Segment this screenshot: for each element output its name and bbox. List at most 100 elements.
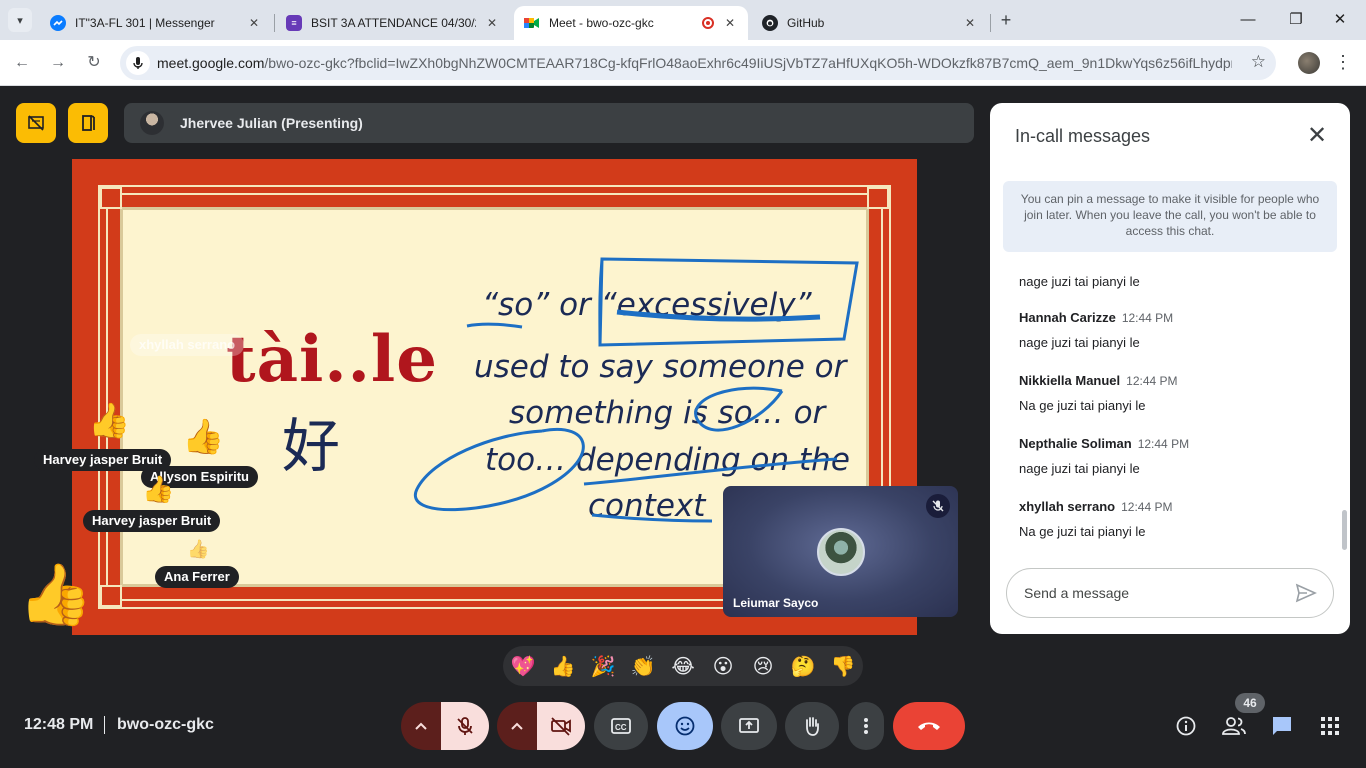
chat-scrollbar[interactable] [1342, 510, 1347, 550]
chat-icon[interactable] [1270, 714, 1294, 738]
browser-tab-strip: ▾ IT"3A-FL 301 | Messenger ✕ ≡ BSIT 3A A… [0, 0, 1366, 40]
message-list[interactable]: nage juzi tai pianyi le Hannah Carizze 12… [1019, 263, 1329, 553]
mic-off-icon [457, 717, 473, 735]
more-options-button[interactable] [848, 702, 884, 750]
thumbs-up-icon: 👍 [142, 474, 175, 504]
message-sender: xhyllah serrano [1019, 499, 1116, 514]
participant-avatar [817, 528, 865, 576]
present-screen-button[interactable] [721, 702, 777, 750]
url-host: meet.google.com [157, 55, 265, 71]
meeting-clock: 12:48 PM [24, 716, 94, 733]
close-tab-icon[interactable]: ✕ [246, 16, 262, 30]
companion-mode-button[interactable] [68, 103, 108, 143]
svg-text:CC: CC [615, 723, 627, 732]
camera-off-icon [551, 717, 571, 736]
reload-icon[interactable]: ↻ [82, 51, 106, 75]
forward-icon[interactable]: → [46, 51, 70, 75]
close-panel-icon[interactable]: ✕ [1304, 123, 1330, 149]
message-sender: Hannah Carizze [1019, 310, 1116, 325]
list-item: Nikkiella Manuel 12:44 PM Na ge juzi tai … [1019, 372, 1329, 413]
emoji-surprised-button[interactable]: 😮 [710, 653, 736, 679]
reaction-name-tag: Ana Ferrer [155, 566, 239, 588]
address-bar[interactable]: meet.google.com/bwo-ozc-gkc?fbclid=IwZXh… [120, 46, 1276, 80]
tab-title: IT"3A-FL 301 | Messenger [75, 16, 215, 30]
camera-toggle-button[interactable] [537, 702, 585, 750]
message-text: Na ge juzi tai pianyi le [1019, 398, 1146, 413]
tab-divider [990, 14, 991, 32]
raise-hand-button[interactable] [785, 702, 839, 750]
message-text: nage juzi tai pianyi le [1019, 335, 1140, 350]
reaction-name-tag: Harvey jasper Bruit [83, 510, 221, 532]
message-text: nage juzi tai pianyi le [1019, 461, 1140, 476]
pin-info-banner: You can pin a message to make it visible… [1003, 181, 1337, 252]
send-message-input[interactable]: Send a message [1006, 568, 1334, 618]
list-item: xhyllah serrano 12:44 PM Na ge juzi tai p… [1019, 498, 1329, 539]
emoji-thumbs-up-button[interactable]: 👍 [550, 653, 576, 679]
tab-github[interactable]: GitHub ✕ [752, 6, 988, 40]
participant-tile[interactable]: Leiumar Sayco [723, 486, 958, 617]
emoji-thinking-button[interactable]: 🤔 [790, 653, 816, 679]
browser-menu-icon[interactable]: ⋮ [1334, 52, 1352, 73]
list-item: Nepthalie Soliman 12:44 PM nage juzi tai … [1019, 435, 1329, 476]
mic-muted-icon [926, 494, 950, 518]
participant-count-badge: 46 [1235, 693, 1265, 713]
video-options-button[interactable] [497, 702, 537, 750]
activities-icon[interactable] [1318, 714, 1342, 738]
tab-divider [274, 14, 275, 32]
profile-avatar[interactable] [1298, 52, 1320, 74]
reaction-name-tag: xhyllah serrano [130, 334, 245, 356]
tab-meet[interactable]: Meet - bwo-ozc-gkc ✕ [514, 6, 748, 40]
close-tab-icon[interactable]: ✕ [722, 16, 738, 30]
present-icon [739, 718, 759, 733]
tab-search-icon[interactable]: ▾ [8, 8, 32, 32]
forms-icon: ≡ [286, 15, 302, 31]
people-icon[interactable] [1221, 714, 1247, 738]
emoji-heart-button[interactable]: 💖 [510, 653, 536, 679]
emoji-clap-button[interactable]: 👏 [630, 653, 656, 679]
message-time: 12:44 PM [1137, 437, 1190, 451]
github-icon [762, 15, 778, 31]
emoji-party-button[interactable]: 🎉 [590, 653, 616, 679]
emoji-laugh-button[interactable]: 😂 [670, 653, 696, 679]
reactions-button[interactable] [657, 702, 713, 750]
back-icon[interactable]: ← [10, 51, 34, 75]
message-sender: Nepthalie Soliman [1019, 436, 1132, 451]
tab-attendance-form[interactable]: ≡ BSIT 3A ATTENDANCE 04/30/25 ✕ [276, 6, 510, 40]
close-tab-icon[interactable]: ✕ [962, 16, 978, 30]
captions-icon: CC [611, 718, 631, 734]
mic-toggle-button[interactable] [441, 702, 489, 750]
close-tab-icon[interactable]: ✕ [484, 16, 500, 30]
thumbs-up-icon: 👍 [18, 561, 93, 628]
close-window-icon[interactable]: ✕ [1328, 8, 1352, 32]
tab-messenger[interactable]: IT"3A-FL 301 | Messenger ✕ [40, 6, 272, 40]
thumbs-up-icon: 👍 [187, 539, 210, 559]
leave-call-button[interactable] [893, 702, 965, 750]
send-message-placeholder: Send a message [1024, 585, 1130, 601]
site-info-icon[interactable] [126, 51, 150, 75]
send-icon[interactable] [1295, 583, 1317, 608]
door-icon [82, 115, 95, 131]
presenter-bar: Jhervee Julian (Presenting) [124, 103, 974, 143]
emoji-sad-button[interactable]: 😢 [750, 653, 776, 679]
audio-options-button[interactable] [401, 702, 441, 750]
list-item: nage juzi tai pianyi le [1019, 274, 1329, 289]
tab-title: Meet - bwo-ozc-gkc [549, 16, 654, 30]
more-vert-icon [864, 718, 868, 734]
presentation-layout-button[interactable] [16, 103, 56, 143]
emoji-thumbs-down-button[interactable]: 👎 [830, 653, 856, 679]
panel-title: In-call messages [1015, 126, 1151, 146]
in-call-messages-panel: In-call messages ✕ You can pin a message… [990, 103, 1350, 634]
tab-title: GitHub [787, 16, 825, 30]
recording-icon [702, 17, 714, 29]
minimize-icon[interactable]: — [1236, 8, 1260, 32]
presenter-label: Jhervee Julian (Presenting) [180, 115, 363, 131]
message-text: Na ge juzi tai pianyi le [1019, 524, 1146, 539]
captions-button[interactable]: CC [594, 702, 648, 750]
messenger-icon [50, 15, 66, 31]
new-tab-icon[interactable]: + [996, 10, 1016, 30]
meeting-details-icon[interactable] [1174, 714, 1198, 738]
bookmark-star-icon[interactable]: ☆ [1251, 52, 1266, 72]
restore-icon[interactable]: ❐ [1284, 8, 1308, 32]
browser-toolbar: ← → ↻ meet.google.com/bwo-ozc-gkc?fbclid… [0, 40, 1366, 86]
chevron-up-icon [415, 722, 427, 730]
